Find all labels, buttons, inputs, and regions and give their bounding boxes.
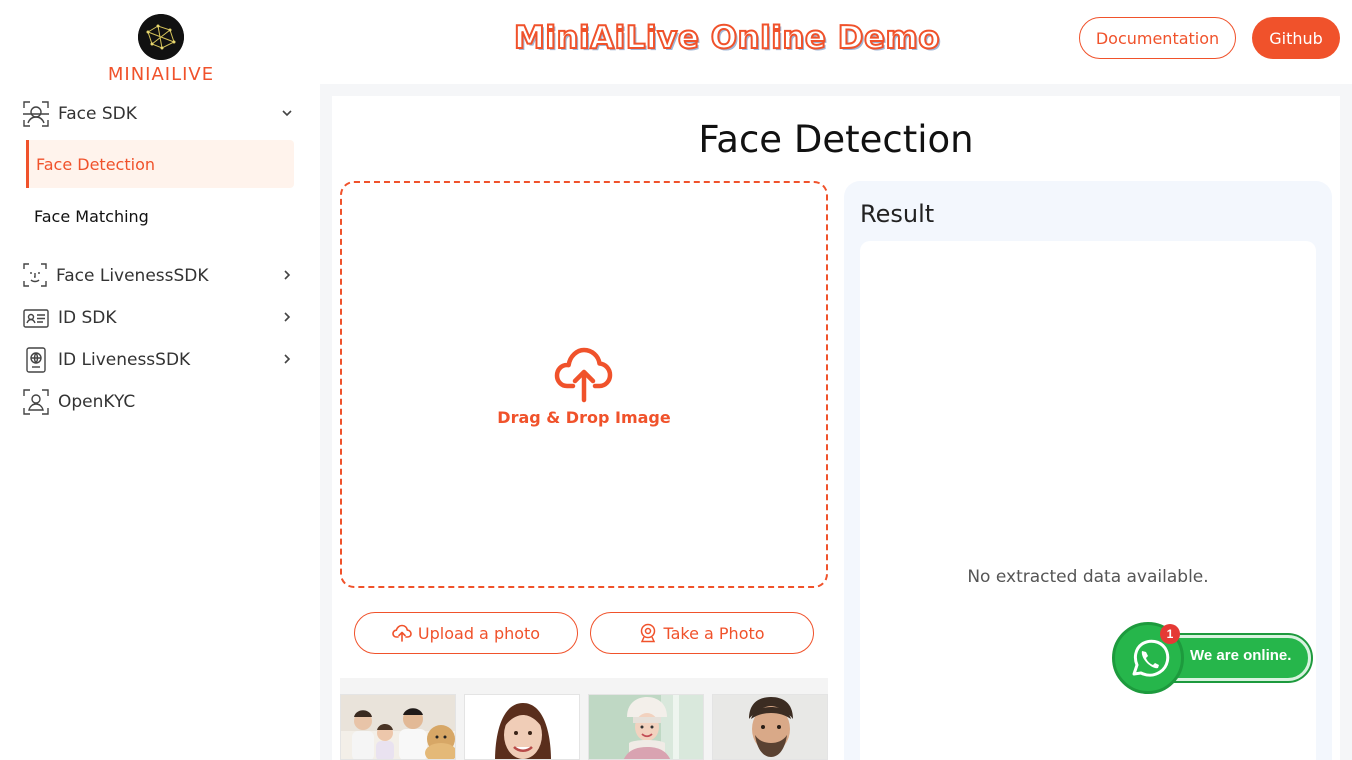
- sidebar-item-label: ID SDK: [58, 308, 117, 328]
- sidebar-item-label: ID LivenessSDK: [58, 350, 191, 370]
- logo-text: MINIAILIVE: [107, 64, 215, 85]
- whatsapp-widget[interactable]: We are online. 1: [1112, 622, 1312, 694]
- app-title: MiniAiLive Online Demo: [513, 19, 941, 57]
- cloud-upload-icon: [392, 624, 412, 642]
- sidebar-item-label: OpenKYC: [58, 392, 136, 412]
- page-title: Face Detection: [698, 118, 974, 161]
- sample-image-man[interactable]: [712, 694, 828, 760]
- notification-badge: 1: [1160, 624, 1180, 644]
- sidebar-item-openkyc[interactable]: OpenKYC: [22, 385, 302, 419]
- face-liveness-icon: [22, 262, 48, 290]
- upload-photo-label: Upload a photo: [417, 623, 541, 643]
- image-dropzone[interactable]: Drag & Drop Image: [340, 181, 828, 588]
- passport-icon: [22, 346, 50, 374]
- documentation-button[interactable]: Documentation: [1079, 17, 1236, 59]
- chevron-right-icon: [284, 312, 291, 322]
- result-title: Result: [860, 200, 935, 228]
- take-photo-label: Take a Photo: [663, 623, 765, 643]
- sidebar: MINIAILIVE Face SDK Face Detection Face …: [0, 0, 320, 760]
- sidebar-item-id-sdk[interactable]: ID SDK: [22, 301, 302, 335]
- chevron-right-icon: [284, 354, 291, 364]
- chevron-right-icon: [284, 270, 291, 280]
- sidebar-item-face-detection[interactable]: Face Detection: [26, 140, 294, 188]
- dropzone-label: Drag & Drop Image: [497, 408, 671, 427]
- sidebar-item-label: Face SDK: [58, 104, 137, 124]
- sidebar-item-label: Face Matching: [34, 206, 149, 226]
- take-photo-button[interactable]: Take a Photo: [590, 612, 814, 654]
- sample-image-woman-winter[interactable]: [588, 694, 704, 760]
- webcam-icon: [641, 623, 656, 643]
- user-frame-icon: [22, 388, 50, 416]
- sidebar-item-id-liveness-sdk[interactable]: ID LivenessSDK: [22, 343, 302, 377]
- sidebar-item-face-matching[interactable]: Face Matching: [26, 192, 294, 240]
- sidebar-item-label: Face Detection: [36, 154, 155, 174]
- github-button[interactable]: Github: [1252, 17, 1340, 59]
- id-card-icon: [22, 304, 50, 332]
- no-data-message: No extracted data available.: [967, 567, 1209, 587]
- logo[interactable]: MINIAILIVE: [96, 14, 226, 85]
- sample-image-woman-smiling[interactable]: [464, 694, 580, 760]
- logo-mark-icon: [138, 14, 184, 60]
- upload-photo-button[interactable]: Upload a photo: [354, 612, 578, 654]
- face-scan-icon: [22, 100, 50, 128]
- chevron-down-icon: [282, 110, 292, 117]
- cloud-upload-icon: [554, 347, 613, 403]
- sidebar-item-face-sdk[interactable]: Face SDK: [22, 97, 302, 131]
- sample-image-family[interactable]: [340, 694, 456, 760]
- whatsapp-status-text: We are online.: [1190, 647, 1292, 664]
- sidebar-item-face-liveness-sdk[interactable]: Face LivenessSDK: [22, 259, 302, 293]
- sidebar-item-label: Face LivenessSDK: [56, 266, 209, 286]
